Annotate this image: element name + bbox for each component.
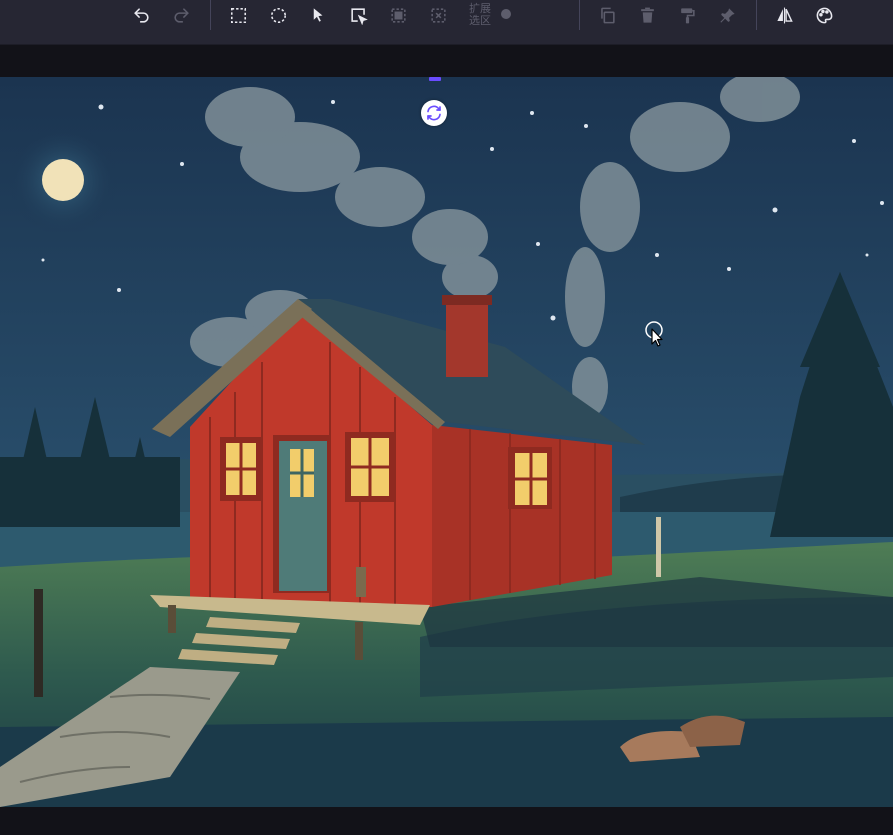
flip-button[interactable]: [772, 3, 796, 27]
copy-icon: [600, 7, 615, 23]
palette-icon: [816, 7, 832, 23]
palette-button[interactable]: [812, 3, 836, 27]
undo-icon: [133, 7, 149, 23]
duplicate-button[interactable]: [595, 3, 619, 27]
rect-select-icon: [230, 7, 246, 23]
rotate-icon: [427, 105, 441, 121]
top-toolbar: 扩展选区: [0, 0, 893, 45]
undo-button[interactable]: [129, 3, 153, 27]
water-pump: [356, 567, 366, 597]
selection-top-handle[interactable]: [429, 77, 441, 81]
clear-selection-icon: [430, 7, 446, 23]
cabin-illustration: [0, 77, 893, 807]
object-select-button[interactable]: [346, 3, 370, 27]
expand-selection-label[interactable]: 扩展选区: [469, 3, 495, 27]
paint-roller-button[interactable]: [675, 3, 699, 27]
pointer-icon: [313, 7, 322, 22]
moon: [42, 159, 84, 201]
canvas-image[interactable]: [0, 77, 893, 807]
paint-roller-icon: [680, 7, 695, 23]
pointer-select-button[interactable]: [306, 3, 330, 27]
pin-button[interactable]: [715, 3, 739, 27]
pin-icon: [719, 7, 735, 23]
redo-icon: [173, 7, 189, 23]
delete-button[interactable]: [635, 3, 659, 27]
toolbar-divider: [579, 0, 580, 30]
redo-button[interactable]: [169, 3, 193, 27]
flip-icon: [776, 7, 793, 23]
clear-selection-button[interactable]: [426, 3, 450, 27]
trash-icon: [640, 7, 654, 23]
invert-selection-button[interactable]: [386, 3, 410, 27]
expand-selection-toggle[interactable]: [501, 9, 511, 19]
ellipse-select-icon: [270, 7, 286, 23]
ellipse-select-button[interactable]: [266, 3, 290, 27]
toolbar-divider: [210, 0, 211, 30]
object-select-icon: [350, 7, 368, 25]
invert-selection-icon: [390, 7, 406, 23]
chimney: [446, 299, 488, 377]
rotate-handle[interactable]: [421, 100, 447, 126]
toolbar-divider: [756, 0, 757, 30]
rect-select-button[interactable]: [226, 3, 250, 27]
